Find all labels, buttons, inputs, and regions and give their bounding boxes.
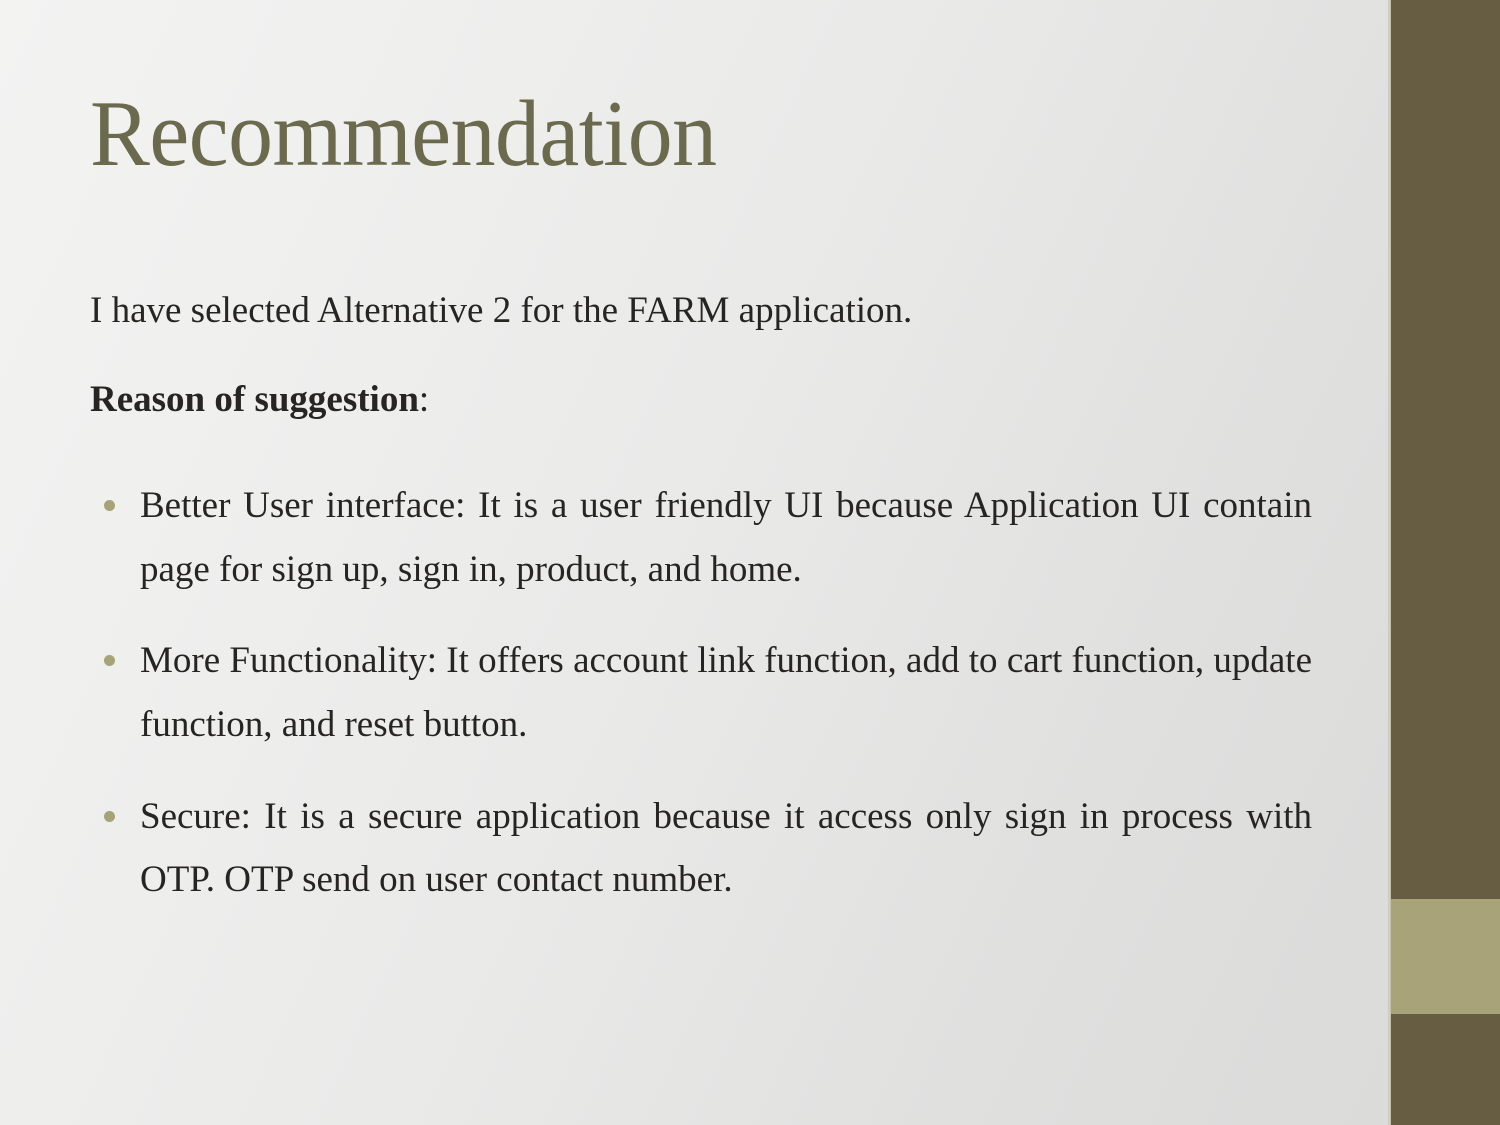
list-item-text: More Functionality: It offers account li… (140, 640, 1312, 745)
bullet-dot-icon (104, 810, 115, 822)
slide-title: Recommendation (90, 82, 717, 186)
reason-bullet-list: Better User interface: It is a user frie… (90, 474, 1312, 912)
list-item-text: Better User interface: It is a user frie… (140, 485, 1312, 590)
bullet-dot-icon (104, 500, 115, 511)
bullet-dot-icon (104, 655, 115, 667)
list-item: Better User interface: It is a user frie… (90, 474, 1312, 601)
right-band-accent-block (1391, 899, 1500, 1014)
list-item: Secure: It is a secure application becau… (90, 785, 1312, 912)
reason-heading-label: Reason of suggestion (90, 379, 419, 420)
list-item: More Functionality: It offers account li… (90, 629, 1312, 756)
reason-heading: Reason of suggestion: (90, 381, 1312, 418)
slide: Recommendation I have selected Alternati… (0, 0, 1500, 1125)
slide-body: I have selected Alternative 2 for the FA… (90, 292, 1312, 912)
lead-paragraph: I have selected Alternative 2 for the FA… (90, 290, 913, 331)
list-item-text: Secure: It is a secure application becau… (140, 795, 1312, 901)
reason-heading-colon: : (418, 379, 430, 420)
